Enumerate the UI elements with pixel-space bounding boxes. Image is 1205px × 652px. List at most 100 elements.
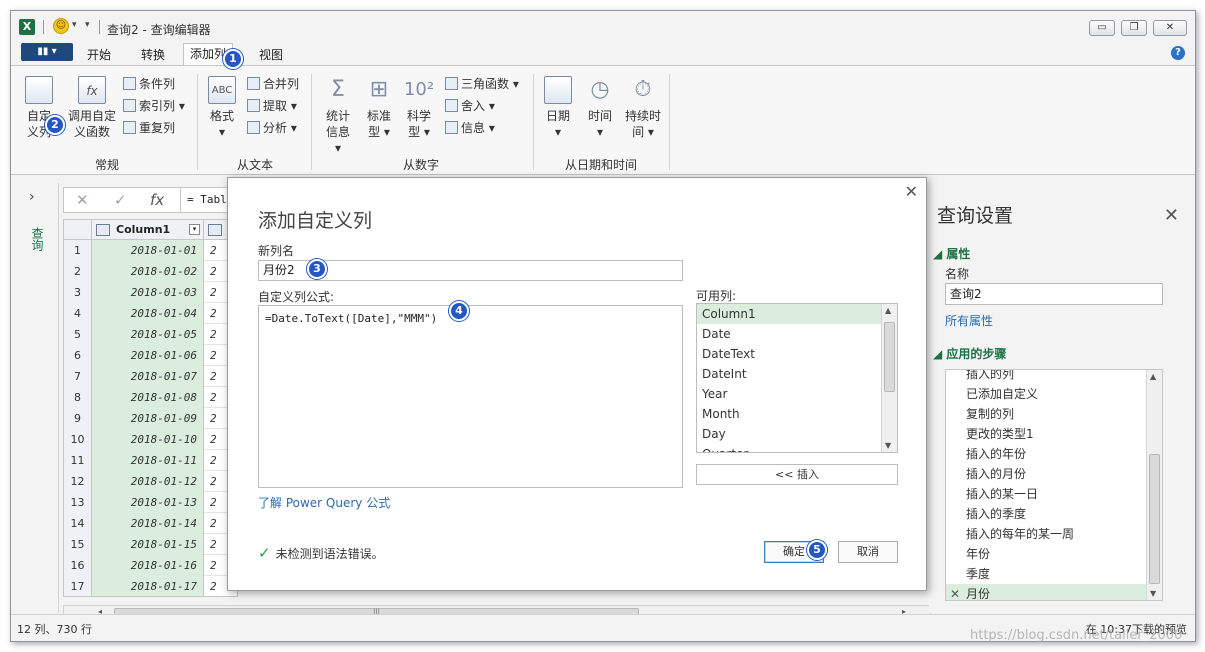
close-icon[interactable]: ✕ (1164, 205, 1179, 226)
properties-header[interactable]: ◢ 属性 (933, 245, 970, 262)
cancel-button[interactable]: 取消 (838, 541, 898, 563)
available-column-item[interactable]: DateInt (697, 364, 881, 384)
scientific-button[interactable]: 10² 科学型 ▾ (401, 76, 437, 140)
table-cell[interactable]: 2018-01-17 (92, 576, 204, 596)
merge-columns-button[interactable]: 合并列 (247, 76, 299, 92)
table-row[interactable]: 11 2018-01-11 2 (64, 450, 237, 471)
applied-step-item[interactable]: ✕ 月份 (946, 584, 1146, 600)
table-cell[interactable]: 2018-01-15 (92, 534, 204, 555)
table-row[interactable]: 9 2018-01-09 2 (64, 408, 237, 429)
table-row[interactable]: 14 2018-01-14 2 (64, 513, 237, 534)
table-menu-icon[interactable] (64, 220, 92, 240)
conditional-column-button[interactable]: 条件列 (123, 76, 175, 92)
table-cell[interactable]: 2018-01-12 (92, 471, 204, 492)
fx-icon[interactable]: fx (150, 191, 164, 209)
applied-step-item[interactable]: 插入的某一日 (946, 484, 1146, 504)
table-row[interactable]: 1 2018-01-01 2 (64, 240, 237, 261)
help-icon[interactable]: ? (1171, 46, 1185, 60)
format-button[interactable]: ABC 格式 ▾ (205, 76, 239, 140)
available-column-item[interactable]: Quarter (697, 444, 881, 452)
rounding-button[interactable]: 舍入 ▾ (445, 98, 495, 114)
applied-step-item[interactable]: 插入的年份 (946, 444, 1146, 464)
date-type-icon[interactable] (96, 224, 110, 236)
table-cell[interactable]: 2018-01-04 (92, 303, 204, 324)
statistics-button[interactable]: Σ 统计信息 ▾ (319, 76, 357, 156)
available-column-item[interactable]: Column1 (697, 304, 881, 324)
custom-formula-textarea[interactable]: =Date.ToText([Date],"MMM") (258, 305, 683, 488)
extract-button[interactable]: 提取 ▾ (247, 98, 297, 114)
tab-transform[interactable]: 转换 (135, 45, 171, 65)
applied-step-item[interactable]: 插入的列 (946, 370, 1146, 384)
cancel-formula-icon[interactable]: ✕ (76, 191, 89, 209)
time-button[interactable]: ◷ 时间 ▾ (583, 76, 617, 140)
table-row[interactable]: 7 2018-01-07 2 (64, 366, 237, 387)
table-cell[interactable]: 2018-01-03 (92, 282, 204, 303)
applied-step-item[interactable]: 插入的季度 (946, 504, 1146, 524)
available-column-item[interactable]: Date (697, 324, 881, 344)
invoke-function-button[interactable]: fx 调用自定义函数 (63, 76, 121, 140)
scrollbar-thumb[interactable] (1149, 454, 1160, 584)
file-tab[interactable]: ▮▮ ▾ (21, 43, 73, 61)
index-column-button[interactable]: 索引列 ▾ (123, 98, 185, 114)
customize-quick-access-icon[interactable]: ▾ (85, 20, 90, 30)
scroll-down-icon[interactable]: ▼ (1150, 589, 1156, 598)
table-cell[interactable]: 2018-01-09 (92, 408, 204, 429)
available-column-item[interactable]: Day (697, 424, 881, 444)
close-button[interactable]: ✕ (1153, 20, 1187, 36)
parse-button[interactable]: 分析 ▾ (247, 120, 297, 136)
available-column-item[interactable]: Month (697, 404, 881, 424)
columns-scrollbar[interactable]: ▲ ▼ (881, 304, 897, 452)
confirm-formula-icon[interactable]: ✓ (114, 191, 127, 209)
table-row[interactable]: 17 2018-01-17 2 (64, 576, 237, 596)
query-name-input[interactable]: 查询2 (945, 283, 1163, 305)
table-row[interactable]: 12 2018-01-12 2 (64, 471, 237, 492)
duplicate-column-button[interactable]: 重复列 (123, 120, 175, 136)
duration-button[interactable]: ⏱ 持续时间 ▾ (623, 76, 663, 140)
applied-step-item[interactable]: 复制的列 (946, 404, 1146, 424)
standard-button[interactable]: ⊞ 标准型 ▾ (361, 76, 397, 140)
table-row[interactable]: 3 2018-01-03 2 (64, 282, 237, 303)
smiley-feedback-icon[interactable]: ☺ (53, 18, 69, 34)
tab-view[interactable]: 视图 (253, 45, 289, 65)
table-cell[interactable]: 2018-01-14 (92, 513, 204, 534)
table-cell[interactable]: 2018-01-02 (92, 261, 204, 282)
column-header-column1[interactable]: Column1 ▾ (92, 220, 204, 240)
applied-step-item[interactable]: 年份 (946, 544, 1146, 564)
info-button[interactable]: 信息 ▾ (445, 120, 495, 136)
table-row[interactable]: 6 2018-01-06 2 (64, 345, 237, 366)
date-button[interactable]: 日期 ▾ (541, 76, 575, 140)
applied-step-item[interactable]: 插入的每年的某一周 (946, 524, 1146, 544)
date-type-icon[interactable] (208, 224, 222, 236)
table-row[interactable]: 5 2018-01-05 2 (64, 324, 237, 345)
scrollbar-thumb[interactable] (884, 322, 895, 392)
close-icon[interactable]: ✕ (905, 182, 918, 201)
minimize-button[interactable]: ▭ (1089, 20, 1115, 36)
applied-steps-header[interactable]: ◢ 应用的步骤 (933, 345, 1006, 362)
table-cell[interactable]: 2018-01-16 (92, 555, 204, 576)
table-row[interactable]: 15 2018-01-15 2 (64, 534, 237, 555)
restore-button[interactable]: ❐ (1121, 20, 1147, 36)
scroll-down-icon[interactable]: ▼ (885, 441, 891, 450)
table-row[interactable]: 8 2018-01-08 2 (64, 387, 237, 408)
all-properties-link[interactable]: 所有属性 (945, 312, 993, 329)
table-row[interactable]: 13 2018-01-13 2 (64, 492, 237, 513)
table-cell[interactable]: 2018-01-13 (92, 492, 204, 513)
insert-button[interactable]: << 插入 (696, 464, 898, 485)
learn-power-query-link[interactable]: 了解 Power Query 公式 (258, 494, 390, 511)
table-cell[interactable]: 2018-01-08 (92, 387, 204, 408)
delete-step-icon[interactable]: ✕ (950, 584, 960, 600)
scroll-up-icon[interactable]: ▲ (1150, 372, 1156, 381)
queries-rail-label[interactable]: 查询 (29, 227, 46, 251)
applied-step-item[interactable]: 已添加自定义 (946, 384, 1146, 404)
expand-arrow-icon[interactable]: › (29, 189, 35, 205)
table-cell[interactable]: 2018-01-06 (92, 345, 204, 366)
table-cell[interactable]: 2018-01-01 (92, 240, 204, 261)
tab-home[interactable]: 开始 (81, 45, 117, 65)
steps-scrollbar[interactable]: ▲ ▼ (1146, 370, 1162, 600)
filter-dropdown-icon[interactable]: ▾ (189, 224, 200, 235)
table-cell[interactable]: 2018-01-11 (92, 450, 204, 471)
applied-step-item[interactable]: 插入的月份 (946, 464, 1146, 484)
table-cell[interactable]: 2018-01-05 (92, 324, 204, 345)
table-row[interactable]: 10 2018-01-10 2 (64, 429, 237, 450)
table-row[interactable]: 2 2018-01-02 2 (64, 261, 237, 282)
